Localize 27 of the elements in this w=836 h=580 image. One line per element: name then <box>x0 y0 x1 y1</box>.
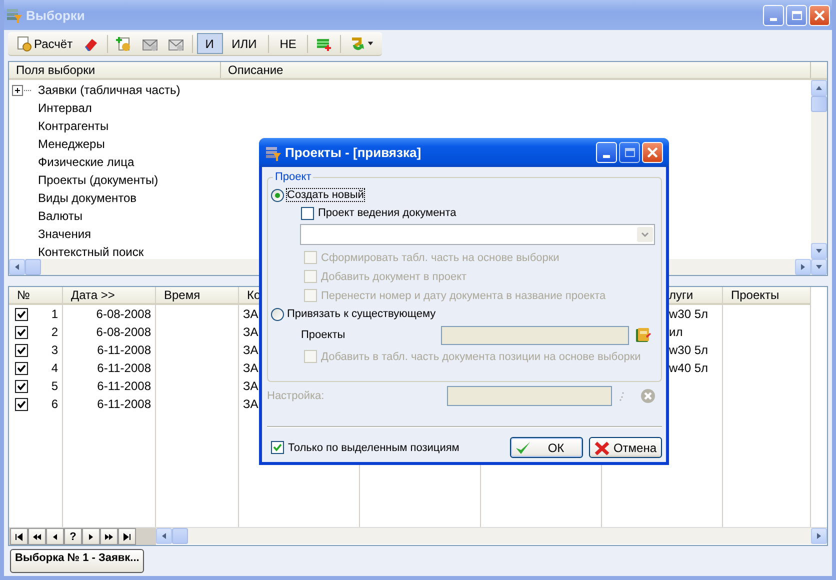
table-cell: w40 5л <box>669 361 708 375</box>
group-title: Проект <box>273 170 314 184</box>
table-cell: ил <box>669 325 683 339</box>
field-label: Настройка: <box>267 390 326 402</box>
table-cell: 6-08-2008 <box>96 307 151 321</box>
table-cell: ЗА <box>243 397 258 411</box>
table-cell: w30 5л <box>669 307 708 321</box>
table-cell: ЗА <box>243 325 258 339</box>
table-cell: 2 <box>51 325 58 339</box>
table-cell: 6 <box>51 397 58 411</box>
table-cell: 6-11-2008 <box>97 361 151 375</box>
field-label: Проекты <box>301 329 346 341</box>
table-cell: 6-11-2008 <box>97 397 151 411</box>
table-cell: 3 <box>51 343 58 357</box>
table-cell: ЗА <box>243 307 258 321</box>
dialog-title: Проекты - [привязка] <box>285 145 422 160</box>
window-title: Выборки <box>26 8 85 22</box>
table-cell: ЗА <box>243 379 258 393</box>
table-cell: 5 <box>51 379 58 393</box>
table-cell: 6-11-2008 <box>97 379 151 393</box>
table-cell: w30 5л <box>669 343 708 357</box>
table-cell: 4 <box>51 361 58 375</box>
table-cell: ЗА <box>243 343 258 357</box>
table-cell: ЗА <box>243 361 258 375</box>
table-cell: 1 <box>51 307 58 321</box>
table-cell: 6-08-2008 <box>96 325 151 339</box>
table-cell: 6-11-2008 <box>97 343 151 357</box>
